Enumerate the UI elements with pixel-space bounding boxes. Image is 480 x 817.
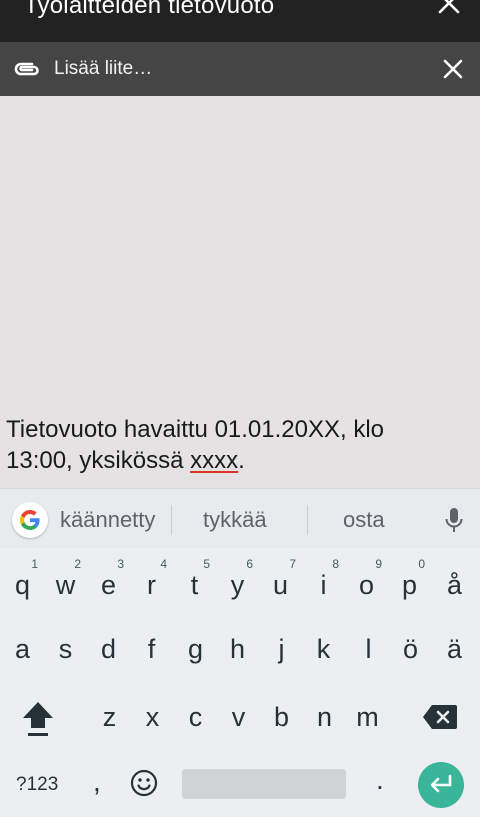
message-text[interactable]: Tietovuoto havaittu 01.01.20XX, klo 13:0… — [6, 414, 466, 476]
attachment-bar[interactable]: Lisää liite… — [0, 42, 480, 96]
symbols-key[interactable]: ?123 — [16, 774, 58, 796]
key-h[interactable]: h — [216, 618, 259, 680]
key-s[interactable]: s — [44, 618, 87, 680]
key-z[interactable]: z — [88, 686, 131, 748]
key-j[interactable]: j — [260, 618, 303, 680]
suggestion-1[interactable]: käännetty — [60, 507, 155, 533]
paperclip-icon — [14, 62, 39, 76]
close-attachment-icon[interactable] — [442, 58, 464, 80]
backspace-icon[interactable] — [422, 704, 458, 730]
suggestion-strip: käännetty tykkää osta — [0, 488, 480, 548]
key-a-umlaut[interactable]: ä — [433, 618, 476, 680]
key-g[interactable]: g — [174, 618, 217, 680]
suggestion-divider — [307, 505, 308, 535]
key-row-1: 1q 2w 3e 4r 5t 6y 7u 8i 9o 0p å — [0, 550, 480, 612]
message-line-2-end: . — [238, 447, 245, 474]
suggestion-2[interactable]: tykkää — [203, 507, 267, 533]
page-title: Työlaitteiden tietovuoto — [24, 0, 275, 19]
key-f[interactable]: f — [130, 618, 173, 680]
key-o-umlaut[interactable]: ö — [389, 618, 432, 680]
message-body[interactable]: Tietovuoto havaittu 01.01.20XX, klo 13:0… — [0, 96, 480, 488]
key-r[interactable]: 4r — [130, 550, 173, 612]
emoji-icon[interactable] — [130, 769, 158, 797]
misspelled-word[interactable]: xxxx — [190, 447, 238, 474]
key-row-2: a s d f g h j k l ö ä — [0, 618, 480, 680]
key-i[interactable]: 8i — [302, 550, 345, 612]
key-e[interactable]: 3e — [87, 550, 130, 612]
enter-icon — [430, 774, 452, 793]
space-bar[interactable] — [182, 769, 346, 799]
key-d[interactable]: d — [87, 618, 130, 680]
key-row-bottom: ?123 , . — [0, 754, 480, 814]
key-row-3: z x c v b n m — [0, 686, 480, 748]
key-w[interactable]: 2w — [44, 550, 87, 612]
title-bar: Työlaitteiden tietovuoto — [0, 0, 480, 42]
key-l[interactable]: l — [347, 618, 390, 680]
add-attachment-label[interactable]: Lisää liite… — [54, 58, 152, 80]
suggestion-3[interactable]: osta — [343, 507, 385, 533]
key-x[interactable]: x — [131, 686, 174, 748]
google-icon[interactable] — [12, 502, 48, 538]
key-m[interactable]: m — [346, 686, 389, 748]
enter-button[interactable] — [418, 762, 464, 808]
key-t[interactable]: 5t — [173, 550, 216, 612]
key-a[interactable]: a — [1, 618, 44, 680]
key-a-ring[interactable]: å — [433, 550, 476, 612]
shift-icon[interactable] — [20, 698, 56, 738]
suggestion-divider — [171, 505, 172, 535]
key-v[interactable]: v — [217, 686, 260, 748]
key-b[interactable]: b — [260, 686, 303, 748]
key-q[interactable]: 1q — [1, 550, 44, 612]
key-c[interactable]: c — [174, 686, 217, 748]
on-screen-keyboard: käännetty tykkää osta 1q 2w 3e 4r 5t 6y … — [0, 488, 480, 817]
period-key[interactable]: . — [376, 764, 384, 796]
key-k[interactable]: k — [302, 618, 345, 680]
key-p[interactable]: 0p — [388, 550, 431, 612]
message-line-1: Tietovuoto havaittu 01.01.20XX, klo — [6, 416, 385, 443]
key-y[interactable]: 6y — [216, 550, 259, 612]
key-n[interactable]: n — [303, 686, 346, 748]
message-line-2: 13:00, yksikössä — [6, 447, 191, 474]
key-o[interactable]: 9o — [345, 550, 388, 612]
comma-key[interactable]: , — [93, 766, 101, 798]
key-u[interactable]: 7u — [259, 550, 302, 612]
close-icon[interactable] — [436, 0, 462, 16]
microphone-icon[interactable] — [444, 506, 464, 534]
